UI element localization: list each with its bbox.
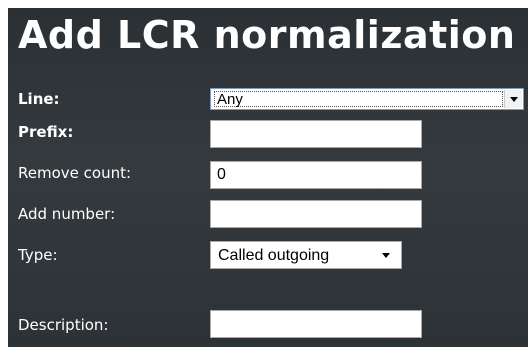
- line-select[interactable]: Any: [210, 88, 524, 110]
- type-label: Type:: [18, 246, 58, 264]
- chevron-down-icon: [382, 252, 390, 258]
- description-label: Description:: [18, 316, 109, 334]
- remove-count-input[interactable]: [210, 161, 422, 189]
- line-select-dropdown-button[interactable]: [504, 90, 522, 108]
- add-number-label: Add number:: [18, 205, 116, 223]
- type-select[interactable]: Called outgoing: [210, 241, 402, 269]
- remove-count-label: Remove count:: [18, 164, 132, 182]
- prefix-label: Prefix:: [18, 123, 74, 141]
- chevron-down-icon: [509, 96, 518, 102]
- add-number-input[interactable]: [210, 200, 422, 228]
- line-label: Line:: [18, 90, 60, 108]
- type-select-value: Called outgoing: [218, 247, 330, 264]
- page-title: Add LCR normalization: [18, 13, 516, 57]
- line-select-value: Any: [214, 91, 503, 107]
- lcr-normalization-panel: Add LCR normalization Line: Any Prefix: …: [8, 8, 528, 347]
- prefix-input[interactable]: [210, 120, 422, 148]
- type-select-dropdown-button[interactable]: [379, 242, 393, 268]
- description-input[interactable]: [210, 310, 422, 338]
